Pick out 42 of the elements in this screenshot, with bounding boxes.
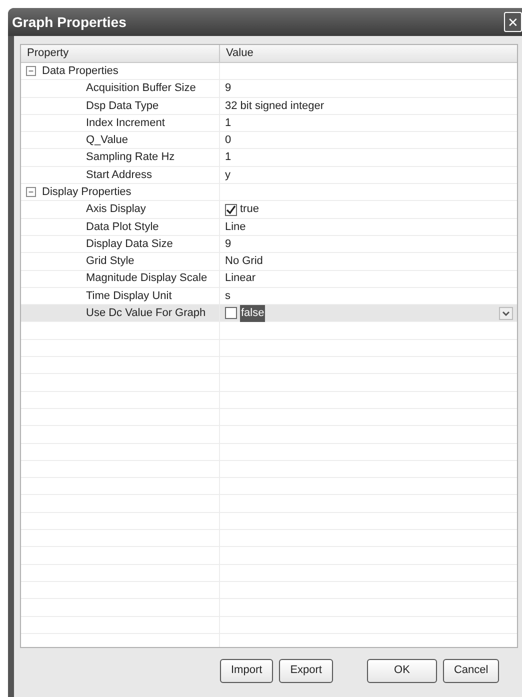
property-value: 9	[225, 81, 232, 96]
property-name: Grid Style	[86, 254, 134, 270]
property-name: Q_Value	[86, 133, 128, 148]
property-value: false	[240, 305, 266, 322]
property-name: Display Data Size	[86, 236, 173, 252]
property-name: Acquisition Buffer Size	[86, 81, 196, 96]
close-button[interactable]: ✕	[504, 12, 522, 32]
dialog-button[interactable]: Import	[220, 658, 274, 682]
group-label: Display Properties	[42, 184, 132, 200]
property-name: Start Address	[86, 168, 152, 183]
property-name: Sampling Rate Hz	[86, 150, 175, 166]
caret-icon	[502, 310, 510, 316]
checkbox[interactable]	[225, 307, 237, 320]
column-header[interactable]: Value	[226, 45, 254, 62]
property-value: Linear	[225, 271, 256, 286]
property-value: s	[225, 288, 230, 304]
property-name: Axis Display	[86, 202, 146, 218]
property-value: true	[240, 202, 259, 218]
window-title: Graph Properties	[12, 12, 126, 32]
checkbox[interactable]	[225, 204, 237, 216]
property-name: Dsp Data Type	[86, 98, 159, 114]
collapse-button[interactable]: −	[26, 66, 36, 76]
property-name: Data Plot Style	[86, 220, 159, 235]
property-name: Index Increment	[86, 116, 165, 131]
property-name: Use Dc Value For Graph	[86, 306, 206, 322]
property-value: No Grid	[225, 254, 263, 270]
group-label: Data Properties	[42, 64, 118, 79]
property-name: Magnitude Display Scale	[86, 271, 208, 286]
property-value: 32 bit signed integer	[225, 98, 324, 114]
property-value: 1	[225, 116, 232, 131]
dialog-button[interactable]: Export	[279, 658, 333, 682]
column-header[interactable]: Property	[27, 45, 69, 62]
property-name: Time Display Unit	[86, 288, 172, 304]
dropdown-button[interactable]	[499, 306, 513, 320]
property-value: 1	[225, 150, 232, 166]
property-value: Line	[225, 220, 246, 235]
property-value: 0	[225, 133, 232, 148]
property-value: 9	[225, 236, 232, 252]
collapse-button[interactable]: −	[26, 187, 36, 198]
property-value: y	[225, 168, 230, 183]
dialog-button[interactable]: Cancel	[442, 658, 500, 682]
dialog-button[interactable]: OK	[366, 658, 437, 682]
